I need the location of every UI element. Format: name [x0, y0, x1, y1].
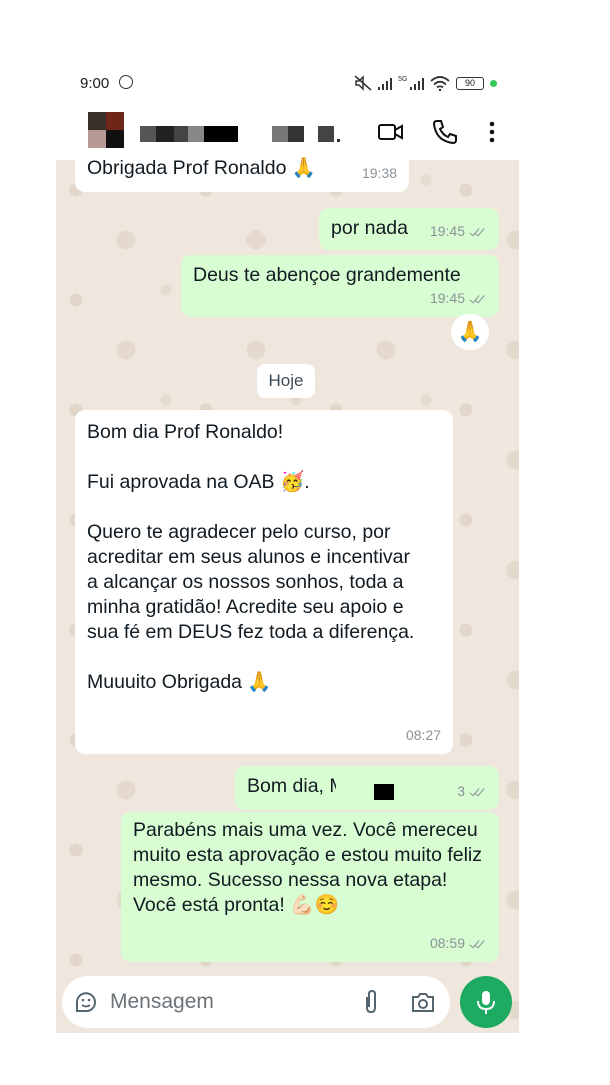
message-text: Obrigada Prof Ronaldo 🙏 — [87, 157, 317, 179]
status-time: 9:00 — [80, 75, 110, 92]
read-ticks-icon — [469, 294, 487, 304]
more-options-icon[interactable] — [478, 118, 506, 146]
message-text: Parabéns mais uma vez. Você mereceu muit… — [133, 819, 483, 916]
message-text: Bom dia, M — [247, 775, 346, 797]
reaction-emoji[interactable]: 🙏 — [451, 314, 489, 350]
read-ticks-icon — [469, 227, 487, 237]
sticker-icon[interactable] — [74, 990, 98, 1014]
redaction-block — [374, 784, 394, 800]
mute-icon — [354, 75, 372, 91]
phone-screen: 9:00 5G 90 Obrigada Prof Ronaldo 🙏 19:38… — [56, 58, 519, 1033]
message-text: Deus te abençoe grandemente — [193, 264, 461, 286]
message-bubble-in[interactable]: Obrigada Prof Ronaldo 🙏 19:38 — [75, 148, 409, 192]
avatar[interactable] — [88, 112, 124, 148]
message-text: por nada — [331, 217, 408, 239]
day-separator: Hoje — [257, 364, 315, 398]
status-icons: 5G 90 — [354, 74, 497, 92]
message-input[interactable]: Mensagem — [110, 990, 214, 1014]
message-paragraph: Quero te agradecer pelo curso, por acred… — [87, 521, 415, 643]
message-paragraph: Fui aprovada na OAB 🥳. — [87, 471, 310, 493]
message-bubble-out[interactable]: por nada 19:45 — [319, 208, 499, 250]
read-ticks-icon — [469, 939, 487, 949]
message-time: 3 — [457, 779, 487, 804]
voice-message-button[interactable] — [460, 976, 512, 1028]
signal-icon-2 — [409, 77, 424, 90]
battery-icon: 90 — [456, 76, 484, 90]
signal-icon — [377, 77, 393, 90]
chat-area[interactable]: Obrigada Prof Ronaldo 🙏 19:38 por nada 1… — [56, 148, 519, 1033]
message-time: 08:59 — [430, 931, 487, 956]
message-time: 08:27 — [405, 727, 441, 743]
voice-call-icon[interactable] — [431, 118, 459, 146]
message-composer[interactable]: Mensagem — [62, 976, 450, 1028]
message-time: 19:45 — [430, 219, 487, 244]
contact-name-redacted[interactable] — [140, 126, 340, 142]
message-paragraph: Bom dia Prof Ronaldo! — [87, 421, 284, 443]
message-paragraph: Muuuito Obrigada 🙏 — [87, 671, 272, 693]
message-bubble-in[interactable]: Bom dia Prof Ronaldo! Fui aprovada na OA… — [75, 410, 453, 754]
network-type-label: 5G — [398, 75, 408, 83]
message-bubble-out[interactable]: Deus te abençoe grandemente 19:45 — [181, 255, 499, 317]
status-bar: 9:00 5G 90 — [56, 58, 519, 106]
privacy-indicator-dot — [490, 79, 497, 87]
wifi-icon — [430, 75, 450, 91]
message-bubble-out[interactable]: Parabéns mais uma vez. Você mereceu muit… — [121, 812, 499, 962]
video-call-icon[interactable] — [377, 118, 405, 146]
message-time: 19:45 — [430, 286, 487, 311]
attach-icon[interactable] — [362, 989, 380, 1015]
camera-icon[interactable] — [410, 990, 436, 1014]
mic-icon — [477, 991, 495, 1014]
message-time: 19:38 — [361, 165, 397, 181]
whatsapp-notification-icon — [119, 75, 133, 89]
read-ticks-icon — [469, 787, 487, 797]
